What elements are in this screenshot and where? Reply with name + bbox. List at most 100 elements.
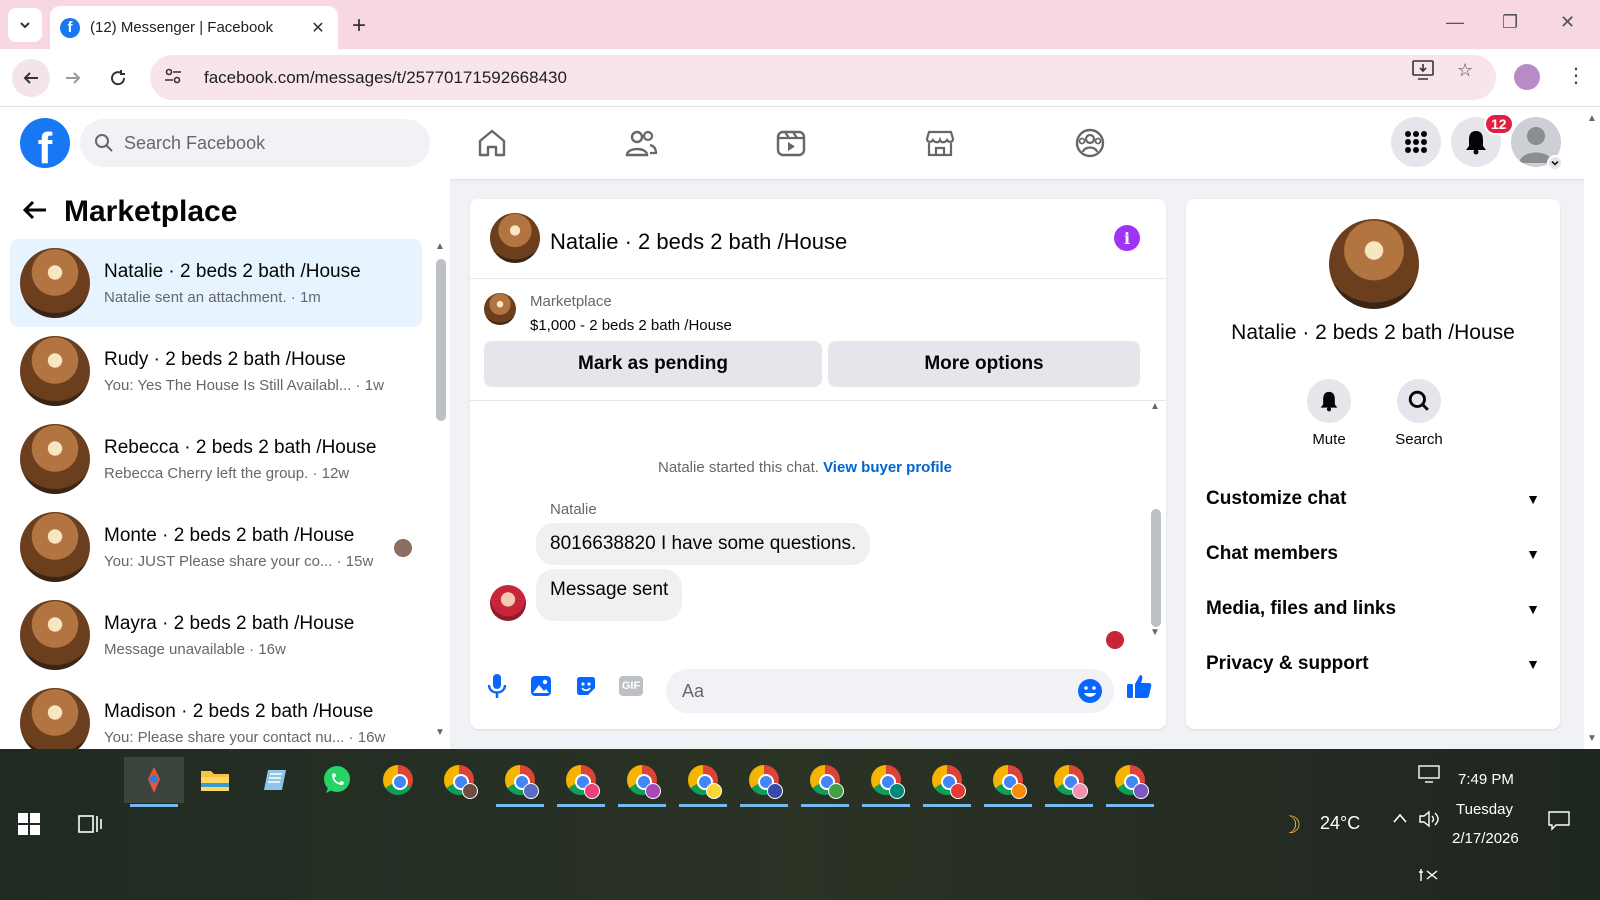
listing-title[interactable]: $1,000 - 2 beds 2 bath /House: [530, 317, 732, 334]
restore-icon[interactable]: ❐: [1502, 12, 1518, 33]
facebook-search[interactable]: [80, 119, 430, 167]
chat-scrollbar[interactable]: ▲ ▼: [1150, 401, 1162, 651]
info-avatar[interactable]: [1329, 219, 1419, 309]
close-tab-icon[interactable]: ✕: [308, 18, 328, 38]
clock-day[interactable]: Tuesday: [1456, 801, 1513, 818]
taskbar-app-chrome-profile[interactable]: [490, 757, 550, 807]
sender-avatar[interactable]: [490, 585, 526, 621]
conversation-item[interactable]: Rebecca · 2 beds 2 bath /House Rebecca C…: [10, 415, 422, 503]
scroll-up-icon[interactable]: ▲: [1150, 401, 1160, 412]
search-input[interactable]: [124, 132, 414, 154]
nav-home[interactable]: [474, 125, 510, 161]
scroll-down-icon[interactable]: ▼: [435, 727, 445, 738]
sidebar-scroll-thumb[interactable]: [436, 259, 446, 421]
taskbar-app-chrome-profile[interactable]: [673, 757, 733, 807]
task-view-button[interactable]: [78, 813, 102, 839]
taskbar-app-chrome-profile[interactable]: [551, 757, 611, 807]
menu-button[interactable]: [1391, 117, 1441, 167]
info-icon[interactable]: i: [1114, 225, 1140, 251]
action-center-icon[interactable]: [1548, 811, 1570, 835]
scroll-down-icon[interactable]: ▼: [1150, 627, 1160, 638]
view-buyer-profile-link[interactable]: View buyer profile: [823, 459, 952, 476]
back-button[interactable]: [12, 59, 50, 97]
chat-title[interactable]: Natalie · 2 beds 2 bath /House: [550, 229, 847, 255]
browser-tab-messenger[interactable]: f (12) Messenger | Facebook ✕: [50, 6, 338, 49]
browser-menu-icon[interactable]: ⋮: [1566, 63, 1586, 88]
hidden-icons-chevron-icon[interactable]: [1392, 811, 1408, 829]
listing-thumbnail[interactable]: [484, 293, 516, 325]
sidebar-scrollbar[interactable]: ▲ ▼: [435, 241, 446, 741]
taskbar-app-chrome-profile[interactable]: [856, 757, 916, 807]
clock-date[interactable]: 2/17/2026: [1452, 830, 1519, 847]
new-tab-button[interactable]: +: [352, 12, 366, 40]
minimize-icon[interactable]: —: [1446, 12, 1464, 33]
taskbar-app-paint[interactable]: [124, 757, 184, 807]
scroll-up-icon[interactable]: ▲: [435, 241, 445, 252]
nav-groups[interactable]: [1072, 125, 1108, 161]
nav-video[interactable]: [773, 125, 809, 161]
chat-members-row[interactable]: Chat members ▼: [1206, 534, 1540, 574]
tab-search-button[interactable]: [8, 8, 42, 42]
message-bubble[interactable]: 8016638820 I have some questions.: [536, 523, 871, 565]
like-button[interactable]: [1124, 671, 1154, 701]
more-options-button[interactable]: More options: [828, 341, 1140, 387]
weather-moon-icon[interactable]: ☽: [1280, 811, 1302, 840]
search-in-chat-button[interactable]: Search: [1379, 379, 1459, 448]
taskbar-app-chrome-profile[interactable]: [612, 757, 672, 807]
attach-photo-button[interactable]: [526, 671, 556, 701]
taskbar-app-chrome[interactable]: [368, 757, 428, 803]
conversation-item[interactable]: Mayra · 2 beds 2 bath /House Message una…: [10, 591, 422, 679]
nav-marketplace[interactable]: [922, 125, 958, 161]
site-settings-icon[interactable]: [164, 68, 188, 87]
windows-start-button[interactable]: [18, 813, 40, 839]
close-window-icon[interactable]: ✕: [1560, 12, 1575, 33]
message-input-container[interactable]: [666, 669, 1114, 713]
facebook-logo[interactable]: f: [20, 118, 70, 168]
taskbar-app-chrome-profile[interactable]: [978, 757, 1038, 807]
back-arrow-icon[interactable]: [22, 196, 48, 228]
page-scrollbar[interactable]: ▲ ▼: [1584, 107, 1600, 749]
taskbar-app-whatsapp[interactable]: [307, 757, 367, 803]
input-indicator-icon[interactable]: [1418, 867, 1440, 886]
install-app-icon[interactable]: [1412, 60, 1434, 85]
weather-temperature[interactable]: 24°C: [1320, 813, 1360, 834]
sticker-button[interactable]: [571, 671, 601, 701]
taskbar-app-notes[interactable]: [246, 757, 306, 803]
taskbar-app-chrome-profile[interactable]: [795, 757, 855, 807]
conversation-item[interactable]: Natalie · 2 beds 2 bath /House Natalie s…: [10, 239, 422, 327]
mute-button[interactable]: Mute: [1289, 379, 1369, 448]
media-files-links-row[interactable]: Media, files and links ▼: [1206, 589, 1540, 629]
address-bar[interactable]: facebook.com/messages/t/2577017159266843…: [150, 55, 1496, 100]
conversation-item[interactable]: Monte · 2 beds 2 bath /House You: JUST P…: [10, 503, 422, 591]
volume-icon[interactable]: [1418, 809, 1440, 833]
account-chevron-icon[interactable]: [1547, 155, 1563, 171]
scroll-up-icon[interactable]: ▲: [1587, 113, 1597, 124]
taskbar-app-chrome-profile[interactable]: [734, 757, 794, 807]
taskbar-app-chrome-profile[interactable]: [1100, 757, 1160, 807]
clock-time[interactable]: 7:49 PM: [1458, 771, 1514, 788]
mark-as-pending-button[interactable]: Mark as pending: [484, 341, 822, 387]
nav-friends[interactable]: [623, 125, 659, 161]
browser-profile-avatar[interactable]: [1514, 64, 1540, 90]
voice-clip-button[interactable]: [482, 671, 512, 701]
chat-avatar[interactable]: [490, 213, 540, 263]
taskbar-app-chrome-profile[interactable]: [429, 757, 489, 803]
scroll-down-icon[interactable]: ▼: [1587, 733, 1597, 744]
forward-button[interactable]: [58, 63, 88, 93]
conversation-item[interactable]: Rudy · 2 beds 2 bath /House You: Yes The…: [10, 327, 422, 415]
emoji-icon[interactable]: [1076, 677, 1104, 710]
conversation-item[interactable]: Madison · 2 beds 2 bath /House You: Plea…: [10, 679, 422, 749]
taskbar-app-chrome-profile[interactable]: [917, 757, 977, 807]
gif-button[interactable]: GIF: [616, 671, 646, 701]
conversation-preview: Rebecca Cherry left the group. · 12w: [104, 464, 350, 482]
display-icon[interactable]: [1418, 765, 1440, 787]
message-bubble[interactable]: Message sent: [536, 569, 683, 621]
customize-chat-row[interactable]: Customize chat ▼: [1206, 479, 1540, 519]
message-input[interactable]: [682, 680, 1062, 702]
chat-scroll-thumb[interactable]: [1151, 509, 1161, 627]
privacy-support-row[interactable]: Privacy & support ▼: [1206, 644, 1540, 684]
taskbar-app-file-explorer[interactable]: [185, 757, 245, 803]
reload-button[interactable]: [103, 63, 133, 93]
taskbar-app-chrome-profile[interactable]: [1039, 757, 1099, 807]
bookmark-star-icon[interactable]: ☆: [1457, 60, 1473, 81]
